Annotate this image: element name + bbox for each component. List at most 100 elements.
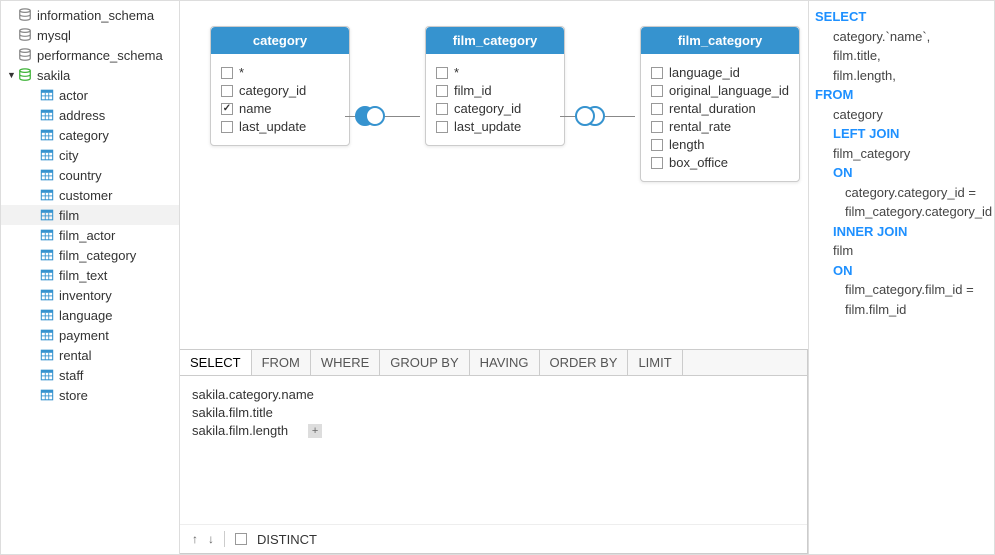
db-item[interactable]: performance_schema: [1, 45, 179, 65]
column-checkbox[interactable]: [651, 121, 663, 133]
column-checkbox[interactable]: [221, 67, 233, 79]
table-item[interactable]: actor: [1, 85, 179, 105]
column-checkbox[interactable]: [651, 85, 663, 97]
column-checkbox[interactable]: [651, 103, 663, 115]
column-checkbox[interactable]: [221, 121, 233, 133]
tab-where[interactable]: WHERE: [311, 350, 380, 375]
db-item[interactable]: information_schema: [1, 5, 179, 25]
table-label: country: [59, 168, 102, 183]
entity-box[interactable]: film_category language_id original_languag…: [640, 26, 800, 182]
database-icon: [17, 68, 33, 82]
select-column-row[interactable]: sakila.film.length +: [192, 423, 795, 438]
table-label: film_text: [59, 268, 107, 283]
sql-line: FROM: [815, 85, 988, 105]
distinct-label: DISTINCT: [257, 532, 317, 547]
column-row[interactable]: length: [651, 137, 789, 152]
clause-tabs: SELECTFROMWHEREGROUP BYHAVINGORDER BYLIM…: [180, 349, 807, 376]
tab-group-by[interactable]: GROUP BY: [380, 350, 469, 375]
diagram-canvas[interactable]: category*category_idnamelast_updatefilm_…: [180, 1, 808, 349]
tab-having[interactable]: HAVING: [470, 350, 540, 375]
table-item[interactable]: inventory: [1, 285, 179, 305]
column-row[interactable]: *: [221, 65, 339, 80]
table-item[interactable]: customer: [1, 185, 179, 205]
table-item[interactable]: film: [1, 205, 179, 225]
table-label: language: [59, 308, 113, 323]
column-checkbox[interactable]: [436, 103, 448, 115]
entity-box[interactable]: film_category * film_id category_id last_upd…: [425, 26, 565, 146]
tab-select[interactable]: SELECT: [180, 350, 252, 375]
table-label: city: [59, 148, 79, 163]
column-row[interactable]: last_update: [436, 119, 554, 134]
table-item[interactable]: film_actor: [1, 225, 179, 245]
sql-line: category.`name`,: [815, 27, 988, 47]
table-icon: [39, 188, 55, 202]
column-row[interactable]: category_id: [436, 101, 554, 116]
entity-title: film_category: [641, 27, 799, 54]
table-item[interactable]: category: [1, 125, 179, 145]
tab-order-by[interactable]: ORDER BY: [540, 350, 629, 375]
join-icon[interactable]: [355, 101, 385, 131]
sql-line: ON: [815, 261, 988, 281]
column-checkbox[interactable]: [651, 139, 663, 151]
db-label: information_schema: [37, 8, 154, 23]
column-name: category_id: [454, 101, 521, 116]
select-panel: SELECTFROMWHEREGROUP BYHAVINGORDER BYLIM…: [180, 349, 808, 554]
db-item[interactable]: mysql: [1, 25, 179, 45]
column-row[interactable]: rental_duration: [651, 101, 789, 116]
table-label: film_actor: [59, 228, 115, 243]
move-down-button[interactable]: ↓: [208, 532, 214, 546]
join-icon[interactable]: [575, 101, 605, 131]
entity-title: film_category: [426, 27, 564, 54]
column-row[interactable]: original_language_id: [651, 83, 789, 98]
column-row[interactable]: language_id: [651, 65, 789, 80]
table-item[interactable]: country: [1, 165, 179, 185]
table-item[interactable]: city: [1, 145, 179, 165]
column-checkbox[interactable]: [651, 157, 663, 169]
column-checkbox[interactable]: [221, 103, 233, 115]
table-item[interactable]: payment: [1, 325, 179, 345]
distinct-checkbox[interactable]: [235, 533, 247, 545]
tab-from[interactable]: FROM: [252, 350, 311, 375]
column-row[interactable]: rental_rate: [651, 119, 789, 134]
table-icon: [39, 248, 55, 262]
column-checkbox[interactable]: [221, 85, 233, 97]
add-column-button[interactable]: +: [308, 424, 322, 438]
column-row[interactable]: *: [436, 65, 554, 80]
entity-box[interactable]: category*category_idnamelast_update: [210, 26, 350, 146]
column-name: length: [669, 137, 704, 152]
divider: [224, 531, 225, 547]
table-item[interactable]: film_text: [1, 265, 179, 285]
column-name: last_update: [239, 119, 306, 134]
column-row[interactable]: category_id: [221, 83, 339, 98]
column-name: category_id: [239, 83, 306, 98]
table-item[interactable]: film_category: [1, 245, 179, 265]
table-item[interactable]: language: [1, 305, 179, 325]
venn-inner-icon: [575, 101, 605, 131]
table-icon: [39, 108, 55, 122]
column-row[interactable]: name: [221, 101, 339, 116]
table-item[interactable]: store: [1, 385, 179, 405]
table-item[interactable]: address: [1, 105, 179, 125]
move-up-button[interactable]: ↑: [192, 532, 198, 546]
column-checkbox[interactable]: [436, 121, 448, 133]
db-item-active[interactable]: ▼sakila: [1, 65, 179, 85]
select-column-name: sakila.film.length: [192, 423, 288, 438]
table-item[interactable]: staff: [1, 365, 179, 385]
tab-limit[interactable]: LIMIT: [628, 350, 682, 375]
column-row[interactable]: film_id: [436, 83, 554, 98]
column-checkbox[interactable]: [651, 67, 663, 79]
select-column-row[interactable]: sakila.film.title: [192, 405, 795, 420]
table-label: category: [59, 128, 109, 143]
collapse-icon[interactable]: ▼: [7, 70, 17, 80]
table-icon: [39, 148, 55, 162]
column-checkbox[interactable]: [436, 85, 448, 97]
select-column-row[interactable]: sakila.category.name: [192, 387, 795, 402]
column-row[interactable]: last_update: [221, 119, 339, 134]
table-icon: [39, 388, 55, 402]
table-item[interactable]: rental: [1, 345, 179, 365]
column-checkbox[interactable]: [436, 67, 448, 79]
column-name: rental_duration: [669, 101, 756, 116]
table-icon: [39, 128, 55, 142]
column-row[interactable]: box_office: [651, 155, 789, 170]
table-label: actor: [59, 88, 88, 103]
